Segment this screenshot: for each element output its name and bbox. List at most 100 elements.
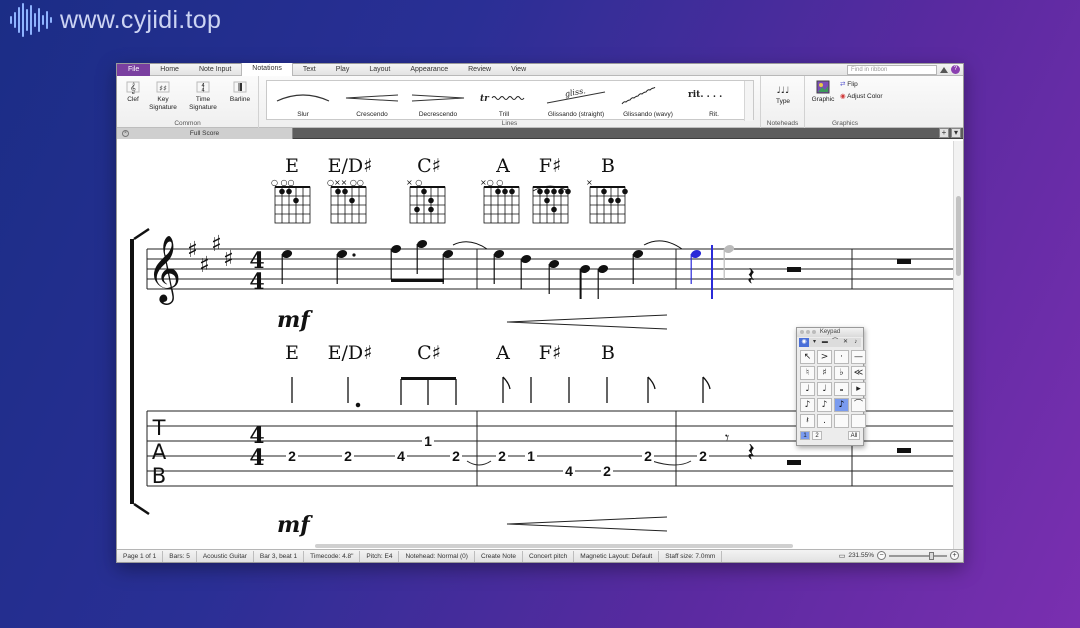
note[interactable]	[597, 264, 609, 299]
eighth-rest: 𝄾	[725, 428, 729, 447]
tab-fret-number[interactable]: 1	[527, 448, 535, 464]
keypad-key[interactable]: 𝄽	[800, 414, 815, 428]
keypad-key[interactable]: ♩	[817, 382, 832, 396]
barline-button[interactable]: Barline	[225, 80, 255, 104]
note[interactable]	[520, 254, 532, 289]
status-staff-size: Staff size: 7.0mm	[659, 550, 723, 562]
tab-note-input[interactable]: Note Input	[189, 64, 241, 76]
keypad-key[interactable]: .	[817, 414, 832, 428]
keypad-key[interactable]: 𝅝	[834, 382, 849, 396]
tab-file[interactable]: File	[117, 63, 151, 76]
keypad-key[interactable]: ⌒	[851, 398, 866, 412]
minimize-dot-icon[interactable]	[806, 330, 810, 334]
tab-fret-number[interactable]: 2	[644, 448, 652, 464]
tab-home[interactable]: Home	[150, 64, 189, 76]
keypad-key[interactable]: ↖	[800, 350, 815, 364]
line-decrescendo[interactable]: Decrescendo	[407, 81, 469, 121]
tab-fret-number[interactable]: 2	[498, 448, 506, 464]
tab-fret-number[interactable]: 2	[603, 463, 611, 479]
vertical-scrollbar[interactable]	[953, 141, 963, 551]
notehead-type-button[interactable]: ♩♩♩ Type	[765, 82, 801, 106]
note[interactable]	[579, 264, 591, 299]
keypad-key[interactable]: ♮	[800, 366, 815, 380]
zoom-out-button[interactable]: −	[877, 551, 886, 560]
voice-1-button[interactable]: 1	[800, 431, 810, 440]
tab-notations[interactable]: Notations	[241, 63, 293, 76]
zoom-slider-knob[interactable]	[929, 551, 934, 560]
tab-fret-number[interactable]: 2	[344, 448, 352, 464]
help-icon[interactable]: ?	[951, 65, 960, 74]
keypad-key[interactable]: ≪	[851, 366, 866, 380]
line-crescendo[interactable]: Crescendo	[339, 81, 405, 121]
clef-button[interactable]: 𝄞 Clef	[123, 80, 143, 104]
tab-fret-number[interactable]: 2	[288, 448, 296, 464]
graphic-button[interactable]: Graphic	[809, 80, 837, 104]
gallery-scrollbar[interactable]	[744, 81, 753, 121]
scrollbar-thumb[interactable]	[956, 196, 961, 276]
tab-view[interactable]: View	[501, 64, 536, 76]
type-label: Type	[775, 98, 791, 105]
zoom-in-button[interactable]: +	[950, 551, 959, 560]
keypad-key[interactable]: ♪	[817, 398, 832, 412]
keypad-key[interactable]: >	[817, 350, 832, 364]
keypad-key[interactable]: ·	[834, 350, 849, 364]
keypad-layout-beams-icon[interactable]: ▬	[820, 338, 830, 347]
keypad-panel[interactable]: Keypad ◉ ▾ ▬ ⌒ ✕ ♪ ↖ > · — ♮ ♯ ♭ ≪ ♩ ♩ 𝅝…	[796, 327, 866, 446]
line-glissando-wavy[interactable]: Glissando (wavy)	[615, 79, 681, 121]
note[interactable]	[390, 244, 402, 279]
document-tab[interactable]: × Full Score	[117, 128, 293, 139]
close-tab-icon[interactable]: ×	[122, 130, 129, 137]
all-voices-button[interactable]: All	[848, 431, 860, 440]
horizontal-scrollbar[interactable]	[315, 544, 793, 548]
flip-button[interactable]: ⇄ Flip	[840, 81, 858, 89]
line-slur[interactable]: Slur	[269, 81, 337, 121]
keypad-key[interactable]	[834, 414, 849, 428]
tab-fret-number[interactable]: 4	[397, 448, 405, 464]
quarter-rest: 𝄽	[747, 262, 755, 292]
keypad-key[interactable]: ♭	[834, 366, 849, 380]
tab-menu-icon[interactable]: ▾	[951, 128, 961, 138]
tab-review[interactable]: Review	[458, 64, 501, 76]
tab-fret-number[interactable]: 2	[452, 448, 460, 464]
tab-fret-number[interactable]: 1	[424, 433, 432, 449]
tab-text[interactable]: Text	[293, 64, 326, 76]
line-glissando-straight[interactable]: gliss. Glissando (straight)	[539, 81, 613, 121]
tab-layout[interactable]: Layout	[359, 64, 400, 76]
ribbon-search-input[interactable]: Find in ribbon	[847, 65, 937, 75]
voice-2-button[interactable]: 2	[812, 431, 822, 440]
tab-play[interactable]: Play	[326, 64, 360, 76]
note[interactable]	[723, 244, 735, 279]
zoom-level: 231.55%	[848, 552, 874, 559]
close-dot-icon[interactable]	[800, 330, 804, 334]
keypad-key[interactable]: ♪	[800, 398, 815, 412]
line-trill[interactable]: tr Trill	[471, 81, 537, 121]
tab-fret-number[interactable]: 4	[565, 463, 573, 479]
zoom-dot-icon[interactable]	[812, 330, 816, 334]
keypad-layout-tuplets-icon[interactable]: ⌒	[830, 338, 840, 347]
keypad-key[interactable]: ▸	[851, 382, 866, 396]
keypad-key[interactable]: ♯	[817, 366, 832, 380]
keypad-key[interactable]: ♩	[800, 382, 815, 396]
glissando-straight-icon: gliss.	[546, 86, 606, 104]
keypad-layout-common-icon[interactable]: ◉	[799, 338, 810, 347]
keypad-key[interactable]: —	[851, 350, 866, 364]
keypad-key-selected[interactable]: ♪	[834, 398, 849, 412]
status-concert-pitch[interactable]: Concert pitch	[523, 550, 575, 562]
key-signature-button[interactable]: ♯♯ Key Signature	[145, 80, 181, 112]
tab-appearance[interactable]: Appearance	[400, 64, 458, 76]
keypad-key[interactable]	[851, 414, 866, 428]
time-signature-button[interactable]: 44 Time Signature	[185, 80, 221, 112]
status-magnetic-layout[interactable]: Magnetic Layout: Default	[574, 550, 660, 562]
keypad-layout-articulations-icon[interactable]: ✕	[840, 338, 850, 347]
tab-fret-number[interactable]: 2	[699, 448, 707, 464]
add-tab-icon[interactable]: +	[939, 128, 949, 138]
keypad-layout-more-icon[interactable]: ▾	[809, 338, 819, 347]
zoom-menu-icon[interactable]: ▭	[839, 552, 846, 560]
chord-diagram: ○ ○○	[271, 178, 311, 224]
collapse-ribbon-icon[interactable]	[940, 66, 948, 73]
adjust-color-button[interactable]: ◉ Adjust Color	[840, 93, 883, 101]
keypad-layout-jazz-icon[interactable]: ♪	[851, 338, 861, 347]
line-rit[interactable]: rit. . . . Rit.	[683, 81, 745, 121]
group-common: 𝄞 Clef ♯♯ Key Signature 44 Time Signatur…	[117, 76, 259, 128]
zoom-slider[interactable]	[889, 551, 947, 560]
